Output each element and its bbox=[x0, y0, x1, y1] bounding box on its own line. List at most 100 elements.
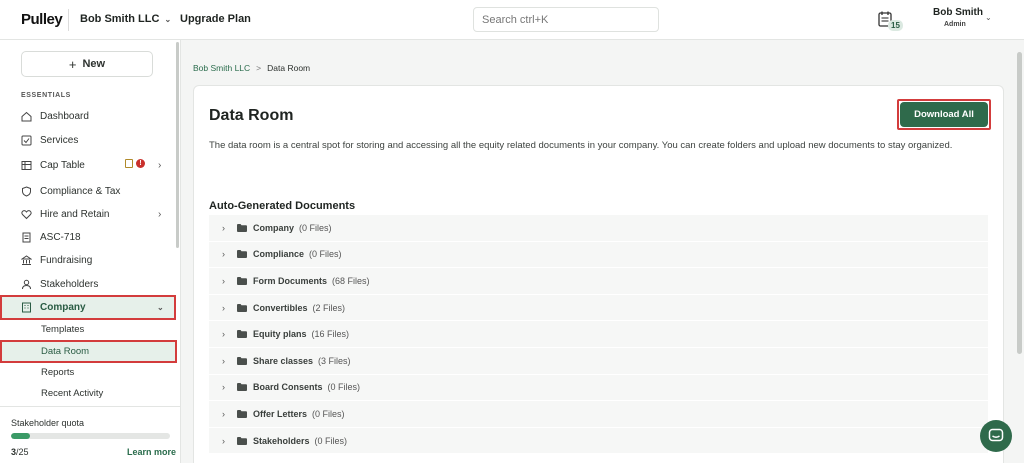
folder-name: Stakeholders bbox=[253, 435, 310, 446]
folder-file-count: (0 Files) bbox=[327, 382, 361, 393]
top-header: Pulley Bob Smith LLC ⌄ Upgrade Plan 15 B… bbox=[0, 0, 1024, 40]
sidebar-item-dashboard[interactable]: Dashboard bbox=[0, 105, 176, 127]
user-menu[interactable]: Bob Smith Admin ⌄ bbox=[930, 7, 1000, 28]
quota-progress-bar bbox=[11, 433, 170, 439]
sidebar-item-label: Dashboard bbox=[40, 110, 89, 122]
search-input[interactable] bbox=[473, 7, 659, 32]
folder-icon bbox=[237, 303, 247, 312]
chevron-right-icon: › bbox=[222, 435, 225, 446]
folder-file-count: (0 Files) bbox=[299, 222, 332, 233]
folder-name: Convertibles bbox=[253, 302, 308, 313]
sidebar-item-compliance-tax[interactable]: Compliance & Tax bbox=[0, 180, 176, 202]
sidebar-sub-templates[interactable]: Templates bbox=[0, 319, 176, 340]
folder-row[interactable]: › Equity plans (16 Files) bbox=[209, 321, 988, 348]
chevron-down-icon: ⌄ bbox=[985, 13, 992, 22]
folder-file-count: (0 Files) bbox=[309, 249, 342, 260]
chevron-right-icon: › bbox=[222, 249, 225, 260]
folder-row[interactable]: › Form Documents (68 Files) bbox=[209, 268, 988, 295]
folder-icon bbox=[237, 383, 247, 392]
quota-progress-fill bbox=[11, 433, 31, 439]
sidebar-item-fundraising[interactable]: Fundraising bbox=[0, 249, 176, 271]
sidebar-sub-reports[interactable]: Reports bbox=[0, 362, 176, 383]
sidebar-item-services[interactable]: Services bbox=[0, 129, 176, 151]
user-role: Admin bbox=[944, 21, 966, 28]
new-button[interactable]: + New bbox=[21, 51, 153, 77]
folder-list: › Company (0 Files) › Compliance (0 Files) › Fo… bbox=[209, 215, 988, 455]
sidebar-sub-data-room[interactable]: Data Room bbox=[0, 340, 177, 363]
sidebar-sub-label: Templates bbox=[41, 324, 85, 335]
chevron-right-icon: › bbox=[222, 329, 225, 340]
sidebar-item-label: Company bbox=[40, 302, 86, 313]
sidebar-item-company[interactable]: Company ⌄ bbox=[0, 295, 176, 320]
alert-badge: ! bbox=[136, 159, 145, 168]
cap-table-status: ! bbox=[125, 159, 145, 168]
pulley-logo[interactable]: Pulley bbox=[21, 11, 63, 28]
quota-title: Stakeholder quota bbox=[11, 418, 85, 428]
page-description: The data room is a central spot for stor… bbox=[209, 140, 953, 151]
calendar-button[interactable]: 15 bbox=[878, 11, 906, 35]
folder-file-count: (68 Files) bbox=[332, 275, 370, 286]
page-scrollbar[interactable] bbox=[1017, 52, 1022, 354]
chevron-right-icon: › bbox=[158, 208, 162, 220]
folder-name: Compliance bbox=[253, 249, 305, 260]
download-all-button[interactable]: Download All bbox=[900, 102, 988, 127]
folder-name: Form Documents bbox=[253, 275, 328, 286]
folder-icon bbox=[237, 409, 247, 418]
folder-name: Offer Letters bbox=[253, 408, 308, 419]
download-all-highlight: Download All bbox=[897, 99, 991, 130]
org-name: Bob Smith LLC bbox=[80, 13, 160, 25]
breadcrumb: Bob Smith LLC > Data Room bbox=[193, 63, 310, 73]
sidebar-sub-label: Data Room bbox=[41, 346, 90, 357]
folder-row[interactable]: › Convertibles (2 Files) bbox=[209, 294, 988, 322]
folder-name: Company bbox=[253, 222, 295, 233]
folder-row[interactable]: › Board Consents (0 Files) bbox=[209, 374, 988, 402]
folder-name: Share classes bbox=[253, 355, 314, 366]
checkbox-icon bbox=[21, 135, 32, 146]
chevron-right-icon: › bbox=[222, 355, 225, 366]
folder-file-count: (2 Files) bbox=[312, 302, 346, 313]
sidebar-item-cap-table[interactable]: Cap Table ! › bbox=[0, 154, 176, 176]
chevron-down-icon: ⌄ bbox=[157, 303, 164, 312]
sidebar-item-stakeholders[interactable]: Stakeholders bbox=[0, 273, 176, 295]
calendar-count-badge: 15 bbox=[888, 20, 903, 31]
folder-row[interactable]: › Stakeholders (0 Files) bbox=[209, 427, 988, 455]
sidebar-scrollbar[interactable] bbox=[176, 42, 179, 248]
breadcrumb-parent-link[interactable]: Bob Smith LLC bbox=[193, 63, 250, 73]
folder-row[interactable]: › Compliance (0 Files) bbox=[209, 241, 988, 269]
chevron-right-icon: › bbox=[222, 275, 225, 286]
shield-icon bbox=[21, 185, 32, 197]
chat-support-button[interactable] bbox=[980, 420, 1012, 452]
sidebar-item-asc-718[interactable]: ASC-718 bbox=[0, 226, 176, 248]
folder-row[interactable]: › Share classes (3 Files) bbox=[209, 347, 988, 375]
sidebar-item-hire-and-retain[interactable]: Hire and Retain › bbox=[0, 203, 176, 225]
heart-icon bbox=[21, 209, 32, 220]
folder-icon bbox=[237, 330, 247, 339]
plus-icon: + bbox=[68, 56, 77, 72]
folder-name: Board Consents bbox=[253, 382, 323, 393]
quota-total: /25 bbox=[16, 447, 29, 457]
people-icon bbox=[21, 279, 32, 290]
stakeholder-quota: Stakeholder quota 3/25 Learn more bbox=[0, 406, 181, 463]
chevron-right-icon: › bbox=[222, 222, 225, 233]
sidebar-sub-label: Recent Activity bbox=[41, 388, 104, 399]
header-divider bbox=[68, 9, 69, 31]
folder-row[interactable]: › Company (0 Files) bbox=[209, 215, 988, 242]
breadcrumb-current: Data Room bbox=[267, 63, 311, 73]
sidebar-item-label: Cap Table bbox=[40, 159, 85, 171]
chevron-down-icon: ⌄ bbox=[164, 14, 172, 24]
chevron-right-icon: › bbox=[222, 302, 225, 313]
chevron-right-icon: › bbox=[222, 382, 225, 393]
folder-icon bbox=[237, 436, 247, 445]
folder-icon bbox=[237, 356, 247, 365]
folder-row[interactable]: › Offer Letters (0 Files) bbox=[209, 401, 988, 428]
org-switcher[interactable]: Bob Smith LLC ⌄ bbox=[80, 13, 171, 25]
learn-more-link[interactable]: Learn more bbox=[127, 447, 176, 457]
sidebar-item-label: Fundraising bbox=[40, 254, 93, 266]
table-icon bbox=[21, 160, 32, 171]
building-icon bbox=[21, 302, 32, 313]
folder-name: Equity plans bbox=[253, 329, 307, 340]
upgrade-plan-link[interactable]: Upgrade Plan bbox=[180, 13, 251, 25]
sidebar-item-label: Services bbox=[40, 134, 79, 146]
sidebar-item-label: Stakeholders bbox=[40, 278, 99, 290]
sidebar-sub-recent-activity[interactable]: Recent Activity bbox=[0, 383, 176, 404]
